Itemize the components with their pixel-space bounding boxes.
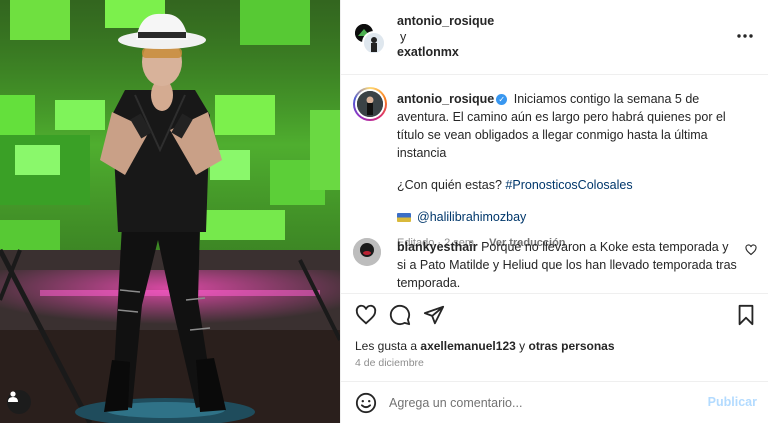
post-photo [0, 0, 340, 423]
caption-username[interactable]: antonio_rosique [397, 92, 494, 106]
comment-input[interactable] [389, 392, 689, 414]
avatar[interactable] [353, 238, 381, 266]
likes-others-link[interactable]: otras personas [528, 339, 614, 353]
paper-plane-icon[interactable] [423, 304, 445, 326]
heart-icon[interactable] [355, 304, 377, 326]
post-date: 4 de diciembre [355, 357, 424, 369]
likes-connector: y [519, 339, 526, 353]
post-image[interactable] [0, 0, 340, 423]
avatar[interactable] [353, 87, 387, 121]
mention-link[interactable]: @halilibrahimozbay [417, 208, 526, 226]
heart-icon[interactable] [745, 244, 757, 256]
likes-summary: Les gusta a axellemanuel123 y otras pers… [355, 339, 615, 353]
post-sidebar: antonio_rosique y exatlonmx antonio_rosi… [340, 0, 768, 423]
collab-avatars[interactable] [353, 22, 387, 56]
post-actions [341, 293, 768, 333]
publish-button[interactable]: Publicar [708, 395, 757, 409]
liker-username[interactable]: axellemanuel123 [420, 339, 515, 353]
smiley-icon[interactable] [355, 392, 377, 414]
verified-badge-icon: ✓ [496, 94, 508, 105]
caption-question: ¿Con quién estas? [397, 178, 502, 192]
bookmark-icon[interactable] [735, 304, 757, 326]
post-header: antonio_rosique y exatlonmx [341, 0, 768, 75]
likes-prefix: Les gusta a [355, 339, 418, 353]
collaborator-username[interactable]: exatlonmx [397, 45, 459, 59]
comment-bubble-icon[interactable] [389, 304, 411, 326]
collab-connector: y [400, 30, 407, 44]
avatar[interactable] [362, 31, 386, 55]
author-username[interactable]: antonio_rosique [397, 14, 494, 28]
flag-icon [397, 212, 411, 222]
hashtag-link[interactable]: #PronosticosColosales [505, 178, 632, 192]
instagram-post: antonio_rosique y exatlonmx antonio_rosi… [0, 0, 768, 423]
more-horizontal-icon[interactable] [735, 28, 755, 44]
comment-username[interactable]: blankyesthair [397, 240, 478, 254]
user-tag-icon[interactable] [7, 390, 31, 414]
add-comment-bar: Publicar [341, 381, 768, 423]
